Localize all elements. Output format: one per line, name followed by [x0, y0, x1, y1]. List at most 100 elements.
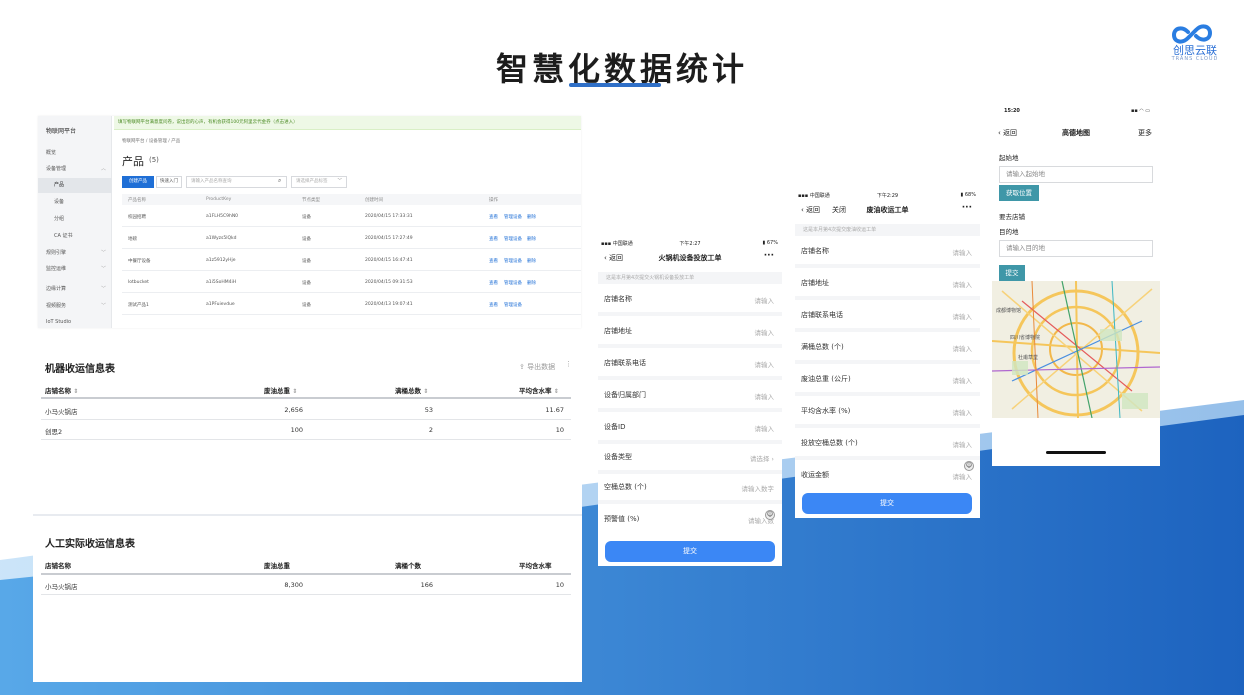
nav-bar: ‹ 返回 关闭 废油收运工单 ··· [795, 203, 980, 217]
sidebar-item-monitoring[interactable]: 监控运维 ﹀ [38, 262, 112, 277]
sidebar-item-device-management[interactable]: 设备管理 ︿ [38, 162, 112, 177]
field-label: 店铺联系电话 [604, 359, 646, 367]
export-button[interactable]: ⇪ 导出数据 [519, 362, 555, 372]
sidebar-item-overview[interactable]: 概览 [38, 146, 112, 161]
more-icon[interactable]: ··· [764, 251, 774, 261]
export-label: 导出数据 [527, 363, 556, 371]
sidebar-item-product[interactable]: 产品 [38, 178, 112, 193]
sidebar-item-label: 产品 [54, 182, 65, 188]
form-field[interactable]: 店铺名称 请输入 [795, 236, 980, 268]
create-time: 2020/04/15 17:33:31 [365, 214, 413, 219]
nav-bar: ‹ 返回 火锅机设备投放工单 ··· [598, 251, 782, 265]
more-icon[interactable]: ··· [962, 203, 972, 213]
sidebar-item-label: CA 证书 [54, 233, 73, 239]
sort-icon: ⇕ [553, 388, 559, 395]
sidebar-item-video[interactable]: 视频服务 ﹀ [38, 299, 112, 314]
sidebar-item-rule-engine[interactable]: 规则引擎 ﹀ [38, 246, 112, 261]
sidebar-item-ca-cert[interactable]: CA 证书 [38, 229, 112, 244]
export-icon: ⇪ [519, 363, 528, 371]
form-field[interactable]: 店铺联系电话 请输入 [795, 300, 980, 332]
city-map[interactable] [992, 281, 1160, 418]
column-header[interactable]: 平均含水率 ⇕ [519, 385, 559, 395]
get-location-button[interactable]: 获取位置 [999, 185, 1039, 201]
form-field[interactable]: 废油总重 (公斤) 请输入 [795, 364, 980, 396]
view-link[interactable]: 查看 [489, 280, 498, 286]
manage-devices-link[interactable]: 管理设备 [504, 236, 522, 242]
node-type: 设备 [302, 237, 311, 242]
field-placeholder: 请输入 [952, 409, 973, 417]
form-field-select[interactable]: 设备类型 请选择 › [598, 442, 782, 474]
field-label: 满桶总数 (个) [801, 343, 844, 351]
delete-link[interactable]: 删除 [527, 214, 536, 220]
sidebar-item-edge[interactable]: 边缘计算 ﹀ [38, 282, 112, 297]
submit-button[interactable]: 提交 [999, 265, 1025, 281]
delete-link[interactable]: 删除 [527, 280, 536, 286]
form-field[interactable]: 店铺名称 请输入 [598, 284, 782, 316]
form-field[interactable]: 投放空桶总数 (个) 请输入 [795, 428, 980, 460]
search-icon[interactable]: ⌕ [278, 177, 281, 185]
sidebar-item-group[interactable]: 分组 [38, 212, 112, 227]
origin-label: 起始地 [999, 154, 1019, 162]
create-product-button[interactable]: 创建产品 [122, 176, 154, 188]
field-placeholder: 请输入 [952, 473, 973, 481]
view-link[interactable]: 查看 [489, 214, 498, 220]
avatar-icon[interactable]: ☺ [964, 461, 974, 471]
form-field[interactable]: 预警值 (%) 请输入数 [598, 504, 782, 536]
home-indicator [1046, 451, 1106, 454]
view-link[interactable]: 查看 [489, 258, 498, 264]
status-time: 下午2:27 [679, 241, 701, 247]
form-field[interactable]: 设备ID 请输入 [598, 412, 782, 444]
submit-button[interactable]: 提交 [802, 493, 972, 514]
form-field[interactable]: 收运金额 请输入 [795, 460, 980, 492]
form-field[interactable]: 空桶总数 (个) 请输入数字 [598, 472, 782, 504]
sidebar-item-label: 分组 [54, 216, 65, 222]
submit-button[interactable]: 提交 [605, 541, 775, 562]
delete-link[interactable]: 删除 [527, 236, 536, 242]
product-count: (5) [149, 156, 159, 164]
view-link[interactable]: 查看 [489, 302, 498, 308]
signal-battery-icon: ▪▪ ◠ ▭ [1130, 108, 1150, 114]
manage-devices-link[interactable]: 管理设备 [504, 258, 522, 264]
form-field[interactable]: 店铺地址 请输入 [598, 316, 782, 348]
select-placeholder: 请选择 [749, 455, 770, 463]
quick-start-button[interactable]: 快速入门 [156, 176, 182, 188]
row-divider [41, 594, 571, 595]
destination-input[interactable]: 请输入目的地 [999, 240, 1153, 257]
product-key: a1z5912yHje [206, 258, 236, 263]
column-header[interactable]: 废油总重 ⇕ [264, 385, 297, 395]
water-rate: 10 [555, 581, 564, 589]
delete-link[interactable]: 删除 [527, 258, 536, 264]
survey-notice[interactable]: 填写物联网平台满意度问卷，说出您的心声，有机会获得100元阿里云代金券（点击进入… [114, 116, 581, 130]
manage-devices-link[interactable]: 管理设备 [504, 302, 522, 308]
column-header[interactable]: 满桶总数 ⇕ [395, 385, 428, 395]
avatar-icon[interactable]: ☺ [765, 510, 775, 520]
sidebar-item-label: 规则引擎 [46, 250, 67, 256]
column-label: 店铺名称 [45, 387, 71, 395]
product-search-input[interactable]: 请输入产品名称查询 [186, 176, 287, 188]
origin-input[interactable]: 请输入起始地 [999, 166, 1153, 183]
form-field[interactable]: 店铺地址 请输入 [795, 268, 980, 300]
manage-devices-link[interactable]: 管理设备 [504, 280, 522, 286]
manage-devices-link[interactable]: 管理设备 [504, 214, 522, 220]
form-field[interactable]: 设备归属部门 请输入 [598, 380, 782, 412]
chevron-down-icon: ﹀ [100, 303, 106, 309]
more-vertical-icon[interactable]: ⋮ [565, 360, 572, 368]
column-header[interactable]: 店铺名称 ⇕ [45, 385, 78, 395]
field-label: 废油总重 (公斤) [801, 375, 851, 383]
more-button[interactable]: 更多 [1138, 128, 1152, 138]
nav-title: 高德地图 [1062, 129, 1090, 137]
sidebar-item-device[interactable]: 设备 [38, 195, 112, 210]
battery: ▮ 68% [961, 192, 976, 198]
create-time: 2020/04/15 17:27:49 [365, 236, 413, 241]
field-placeholder: 请输入 [952, 281, 973, 289]
form-field[interactable]: 店铺联系电话 请输入 [598, 348, 782, 380]
product-tag-select[interactable]: 请选择产品标签 ﹀ [291, 176, 347, 188]
field-label: 设备ID [604, 423, 626, 431]
view-link[interactable]: 查看 [489, 236, 498, 242]
form-field[interactable]: 平均含水率 (%) 请输入 [795, 396, 980, 428]
column-header: ProductKey [206, 197, 232, 202]
sidebar-item-iot-studio[interactable]: IoT Studio [38, 315, 112, 330]
form-field[interactable]: 满桶总数 (个) 请输入 [795, 332, 980, 364]
column-label: 平均含水率 [519, 387, 552, 395]
field-label: 店铺地址 [604, 327, 632, 335]
